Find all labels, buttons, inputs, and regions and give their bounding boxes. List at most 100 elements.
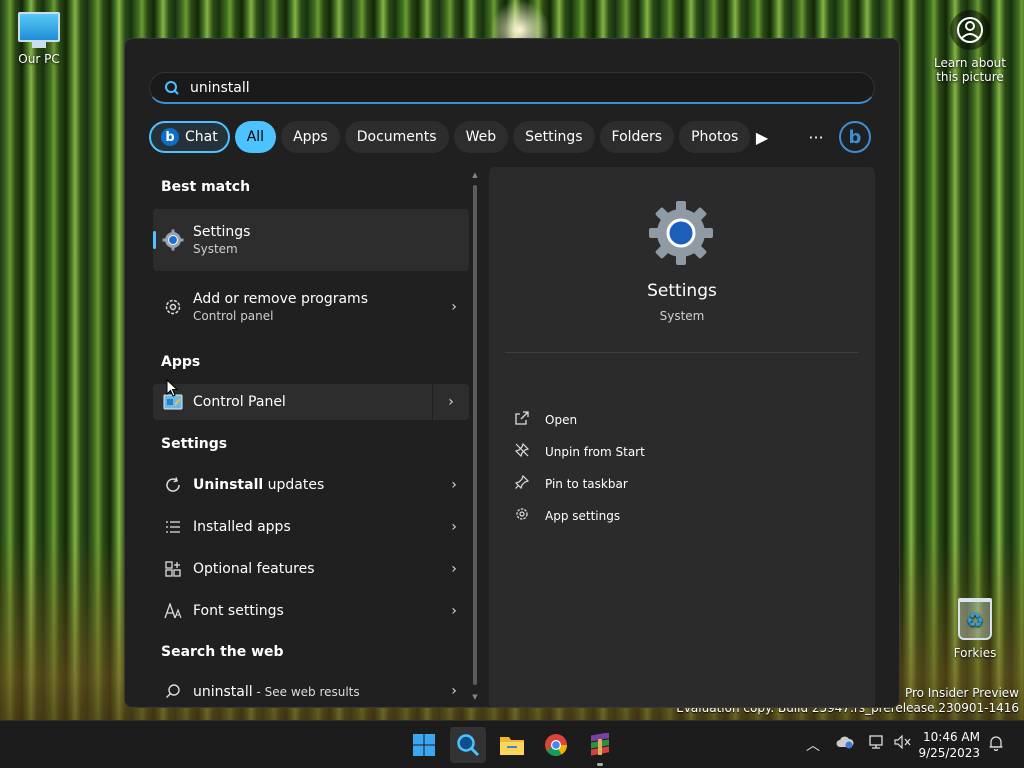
chevron-right-icon[interactable]: › <box>439 477 469 493</box>
results-scrollbar[interactable]: ▲ ▼ <box>471 171 479 701</box>
result-optional-features[interactable]: Optional features › <box>153 549 469 589</box>
filter-folders[interactable]: Folders <box>599 121 675 153</box>
pin-icon <box>514 474 545 493</box>
search-icon <box>457 734 480 757</box>
result-installed-apps[interactable]: Installed apps › <box>153 507 469 547</box>
gear-icon <box>515 507 545 525</box>
search-icon <box>153 683 193 699</box>
filter-documents[interactable]: Documents <box>344 121 449 153</box>
result-settings[interactable]: Settings System <box>153 209 469 271</box>
clock-time: 10:46 AM <box>923 730 980 744</box>
web-suffix: - See web results <box>252 685 360 699</box>
result-add-remove-programs[interactable]: Add or remove programs Control panel › <box>153 279 469 335</box>
preview-title: Settings <box>647 281 717 301</box>
learn-about-picture[interactable]: Learn about this picture <box>926 10 1014 84</box>
result-title-bold: Uninstall <box>193 477 264 493</box>
filter-chat[interactable]: b Chat <box>149 121 230 153</box>
learn-label-line2: this picture <box>936 70 1004 84</box>
volume-muted-icon[interactable] <box>894 734 912 753</box>
font-icon <box>153 603 193 619</box>
filter-photos[interactable]: Photos <box>679 121 751 153</box>
results-list: Best match Settings System Add or remove… <box>153 169 469 707</box>
camera-icon <box>950 10 990 50</box>
show-hidden-icons-icon[interactable]: ︿ <box>806 735 820 755</box>
action-pin-taskbar[interactable]: Pin to taskbar <box>514 474 628 493</box>
result-uninstall-updates[interactable]: Uninstall updates › <box>153 465 469 505</box>
settings-gear-icon <box>645 197 717 269</box>
taskbar-search[interactable] <box>450 727 486 763</box>
taskbar-file-explorer[interactable] <box>494 727 530 763</box>
filter-all[interactable]: All <box>234 121 277 153</box>
section-search-web: Search the web <box>161 644 284 660</box>
chevron-right-icon[interactable]: › <box>439 299 469 315</box>
bing-icon: b <box>161 128 179 146</box>
result-title: Settings <box>193 224 251 240</box>
section-settings: Settings <box>161 436 228 452</box>
taskbar-chrome[interactable] <box>538 727 574 763</box>
clock[interactable]: 10:46 AM 9/25/2023 <box>918 729 980 761</box>
taskbar: ︿ 10:46 AM 9/25/2023 <box>0 720 1024 768</box>
search-input[interactable] <box>190 79 790 96</box>
chrome-icon <box>545 734 567 756</box>
settings-gear-icon <box>153 228 193 252</box>
scroll-up-icon[interactable]: ▲ <box>471 171 479 179</box>
search-icon <box>165 80 179 95</box>
chevron-right-icon[interactable]: › <box>439 519 469 535</box>
filter-bar: b Chat All Apps Documents Web Settings F… <box>149 120 751 154</box>
folder-icon <box>500 737 524 755</box>
result-title-rest: updates <box>263 477 325 493</box>
section-apps: Apps <box>161 354 201 370</box>
filter-settings[interactable]: Settings <box>513 121 595 153</box>
result-font-settings[interactable]: Font settings › <box>153 591 469 631</box>
winrar-books-icon <box>591 733 609 756</box>
search-box[interactable] <box>149 72 875 104</box>
desktop-icon-label: Forkies <box>953 646 997 660</box>
action-unpin-start[interactable]: Unpin from Start <box>514 442 645 461</box>
desktop-icon-recycle-bin[interactable]: ♻ Forkies <box>940 598 1010 660</box>
network-icon[interactable] <box>868 735 886 753</box>
result-title: Control Panel <box>193 394 286 410</box>
start-button[interactable] <box>406 727 442 763</box>
features-grid-icon <box>153 561 193 577</box>
desktop-icon-label: Our PC <box>18 52 60 66</box>
unpin-icon <box>514 442 545 461</box>
windows-logo-icon <box>413 734 435 756</box>
chevron-right-icon[interactable]: › <box>439 683 469 699</box>
bing-chat-icon[interactable]: b <box>839 121 871 153</box>
chevron-right-icon[interactable]: › <box>439 603 469 619</box>
list-icon <box>153 519 193 535</box>
section-best-match: Best match <box>161 179 251 195</box>
chevron-right-icon[interactable]: › <box>439 561 469 577</box>
clock-date: 9/25/2023 <box>918 746 980 760</box>
filter-apps[interactable]: Apps <box>281 121 340 153</box>
result-title: Add or remove programs <box>193 291 368 307</box>
taskbar-winrar[interactable] <box>582 727 618 766</box>
action-open[interactable]: Open <box>515 411 577 429</box>
result-title: Font settings <box>193 603 284 619</box>
web-query: uninstall <box>193 684 253 700</box>
preview-divider <box>505 352 859 353</box>
more-options-icon[interactable]: ··· <box>801 122 831 152</box>
open-external-icon <box>515 411 545 429</box>
filter-web[interactable]: Web <box>453 121 509 153</box>
action-app-settings[interactable]: App settings <box>515 507 620 525</box>
scroll-down-icon[interactable]: ▼ <box>471 693 479 701</box>
chevron-right-icon[interactable]: › <box>433 394 469 410</box>
onedrive-icon[interactable] <box>836 735 854 753</box>
result-subtitle: System <box>193 242 238 256</box>
result-title: Optional features <box>193 561 315 577</box>
recycle-bin-icon: ♻ <box>958 598 992 640</box>
preview-subtitle: System <box>659 309 705 323</box>
result-control-panel[interactable]: Control Panel › <box>153 384 469 420</box>
result-title: Installed apps <box>193 519 291 535</box>
play-icon[interactable]: ▶ <box>747 122 777 152</box>
notification-bell-icon[interactable] <box>988 735 1004 755</box>
result-web-search[interactable]: uninstall - See web results › <box>153 673 469 707</box>
mouse-cursor-icon <box>166 379 178 397</box>
search-panel: b Chat All Apps Documents Web Settings F… <box>124 38 900 708</box>
scroll-thumb[interactable] <box>473 185 477 685</box>
gear-icon <box>153 297 193 317</box>
learn-label-line1: Learn about <box>934 56 1006 70</box>
desktop-icon-our-pc[interactable]: Our PC <box>4 12 74 66</box>
refresh-icon <box>153 476 193 494</box>
